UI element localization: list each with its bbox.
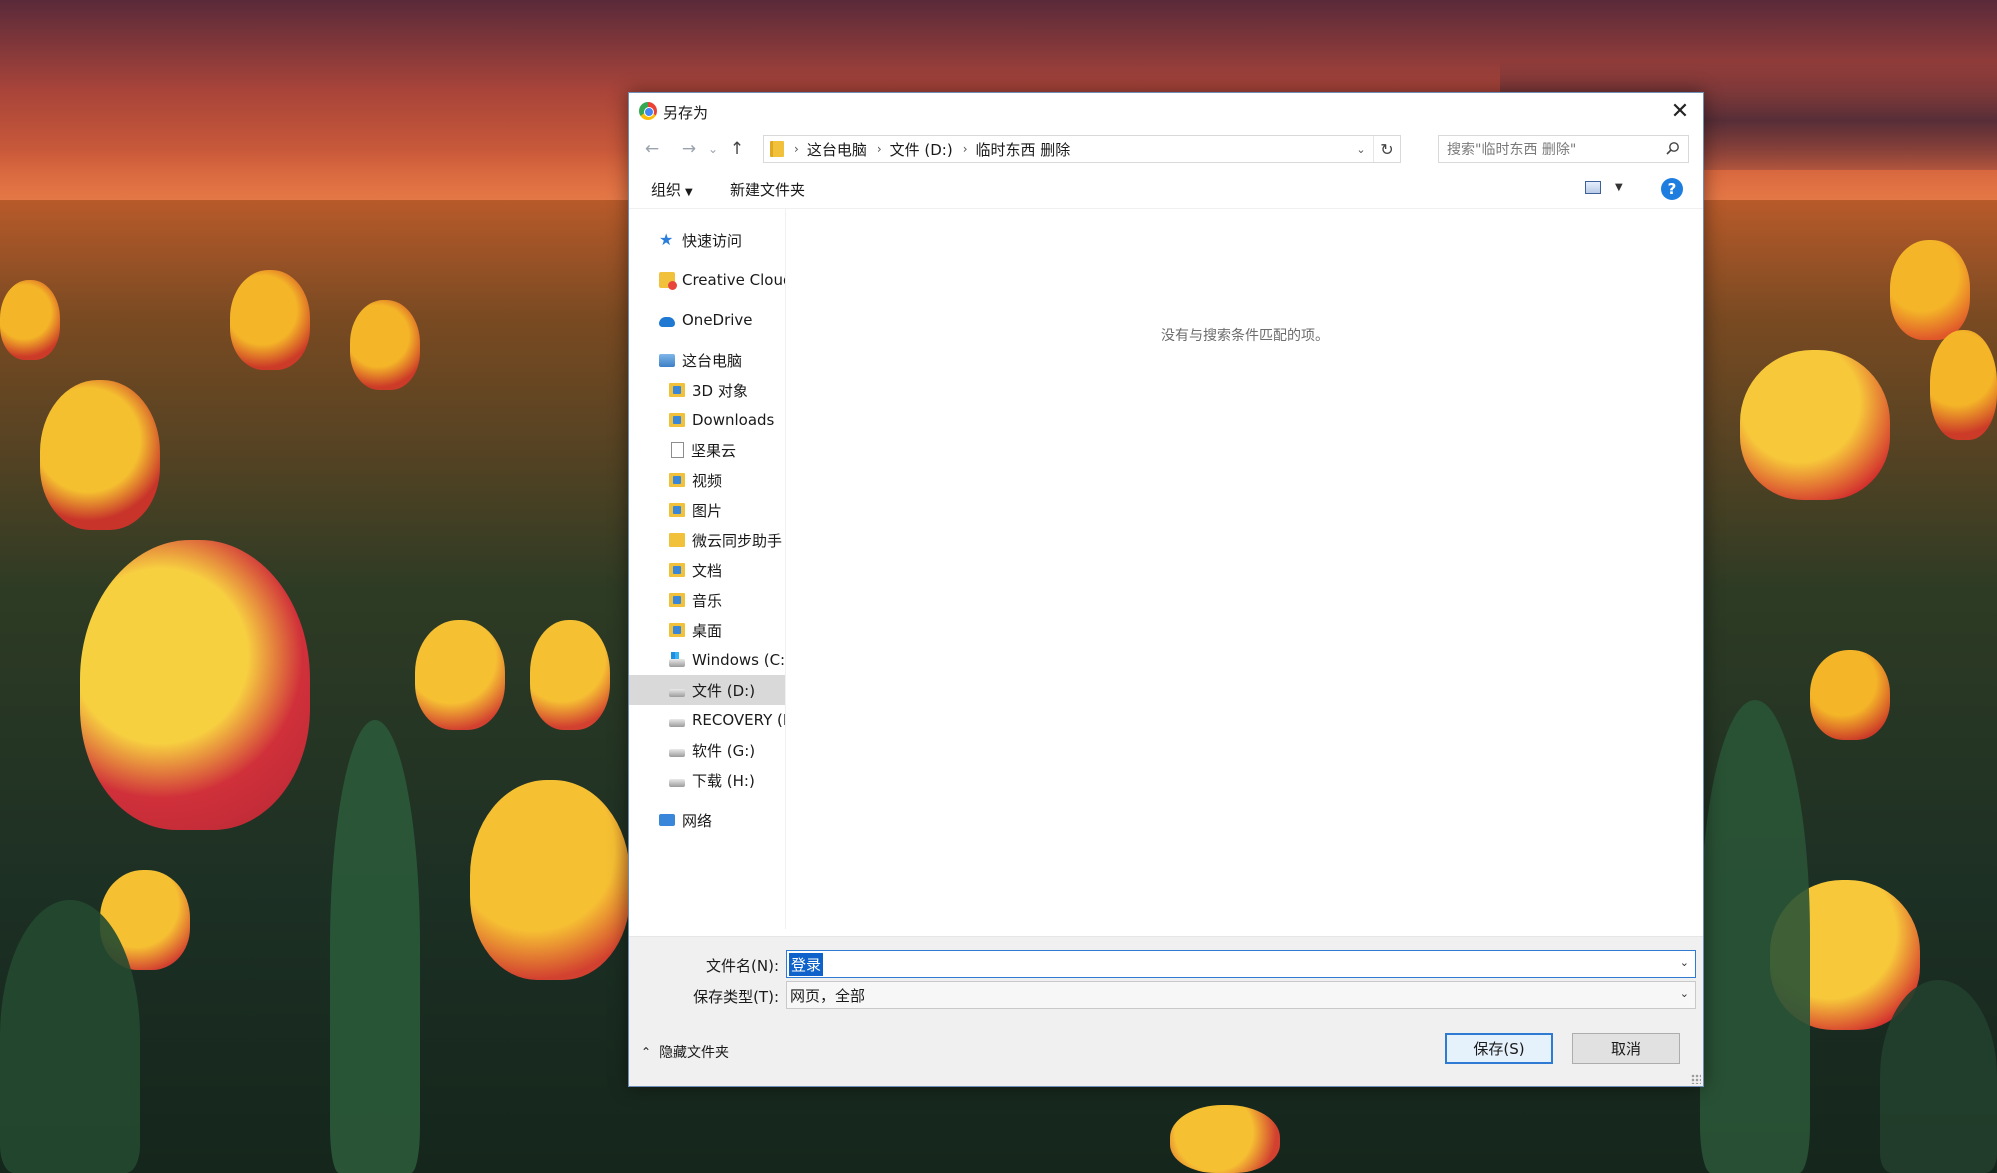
- folder-cloud-icon: [669, 533, 685, 547]
- creative-cloud-folder-icon: [659, 272, 677, 290]
- nav-item-network[interactable]: 网络: [629, 805, 785, 835]
- back-button[interactable]: ←: [639, 137, 665, 161]
- organize-label: 组织: [651, 181, 682, 199]
- nav-item-desktop[interactable]: 桌面: [629, 615, 785, 645]
- filetype-value: 网页，全部: [790, 986, 866, 1005]
- folder-music-icon: [669, 593, 685, 607]
- chrome-app-icon: [639, 102, 657, 120]
- navigation-pane: ★ 快速访问 Creative Cloud Files OneDrive 这台电…: [629, 209, 786, 929]
- drive-icon: [669, 779, 685, 787]
- filename-input[interactable]: 登录 ⌄: [786, 950, 1696, 978]
- nav-item-jianguoyun[interactable]: 坚果云: [629, 435, 785, 465]
- view-options-icon: [1585, 181, 1601, 194]
- folder-download-icon: [669, 413, 685, 427]
- nav-item-creative-cloud[interactable]: Creative Cloud Files: [629, 265, 785, 295]
- save-button[interactable]: 保存(S): [1445, 1033, 1553, 1064]
- file-list-area[interactable]: 没有与搜索条件匹配的项。: [787, 209, 1703, 929]
- resize-grip-icon[interactable]: [1691, 1074, 1701, 1084]
- nav-item-drive-h[interactable]: 下载 (H:): [629, 765, 785, 795]
- caret-down-icon: ▼: [685, 187, 693, 198]
- cloud-icon: [659, 317, 675, 327]
- chevron-up-icon: ⌃: [641, 1045, 652, 1059]
- drive-icon: [669, 749, 685, 757]
- nav-item-quick-access[interactable]: ★ 快速访问: [629, 225, 785, 255]
- filetype-select[interactable]: 网页，全部 ⌄: [786, 981, 1696, 1009]
- up-button[interactable]: ↑: [724, 137, 750, 161]
- hide-folders-label: 隐藏文件夹: [659, 1045, 730, 1061]
- document-icon: [671, 442, 684, 458]
- chevron-down-icon: ⌄: [1679, 987, 1689, 1000]
- nav-item-onedrive[interactable]: OneDrive: [629, 305, 785, 335]
- network-icon: [659, 814, 675, 826]
- folder-pictures-icon: [669, 503, 685, 517]
- search-box[interactable]: 搜索"临时东西 删除": [1438, 135, 1689, 163]
- save-as-dialog: 另存为 ✕ ← → ⌄ ↑ › 这台电脑 › 文件 (D:) › 临时东西 删除…: [628, 92, 1704, 1087]
- command-bar: 组织 ▼ 新建文件夹 ▼ ?: [629, 169, 1703, 209]
- breadcrumb-current-folder[interactable]: 临时东西 删除: [976, 139, 1071, 160]
- hide-folders-toggle[interactable]: ⌃ 隐藏文件夹: [641, 1042, 729, 1062]
- caret-down-icon: ▼: [1615, 182, 1623, 193]
- nav-item-weiyun-sync[interactable]: 微云同步助手: [629, 525, 785, 555]
- help-button[interactable]: ?: [1661, 178, 1683, 200]
- chevron-right-icon: ›: [876, 142, 882, 156]
- folder-documents-icon: [669, 563, 685, 577]
- title-bar: 另存为 ✕: [629, 93, 1703, 129]
- empty-results-message: 没有与搜索条件匹配的项。: [1161, 328, 1329, 344]
- folder-video-icon: [669, 473, 685, 487]
- search-icon: [1666, 142, 1679, 155]
- address-row: ← → ⌄ ↑ › 这台电脑 › 文件 (D:) › 临时东西 删除 ⌄ ↻ 搜…: [629, 129, 1703, 169]
- chevron-right-icon: ›: [962, 142, 968, 156]
- save-options-panel: 文件名(N): 登录 ⌄ 保存类型(T): 网页，全部 ⌄ ⌃ 隐藏文件夹 保存…: [629, 936, 1703, 1086]
- chevron-right-icon: ›: [794, 142, 799, 156]
- dialog-title: 另存为: [663, 104, 709, 122]
- address-dropdown-button[interactable]: ⌄: [1350, 138, 1372, 160]
- new-folder-button[interactable]: 新建文件夹: [730, 179, 805, 200]
- folder-icon: [770, 141, 784, 157]
- breadcrumb-drive-d[interactable]: 文件 (D:): [890, 139, 953, 160]
- chevron-down-icon[interactable]: ⌄: [1680, 956, 1689, 969]
- nav-item-downloads[interactable]: Downloads: [629, 405, 785, 435]
- drive-icon: [669, 689, 685, 697]
- close-button[interactable]: ✕: [1657, 93, 1703, 129]
- nav-item-drive-d[interactable]: 文件 (D:): [629, 675, 785, 705]
- forward-button[interactable]: →: [676, 137, 702, 161]
- windows-drive-icon: [669, 652, 685, 667]
- nav-item-music[interactable]: 音乐: [629, 585, 785, 615]
- filename-label: 文件名(N):: [706, 957, 779, 975]
- filename-value: 登录: [789, 952, 824, 976]
- search-placeholder: 搜索"临时东西 删除": [1447, 142, 1577, 158]
- cancel-button[interactable]: 取消: [1572, 1033, 1680, 1064]
- nav-item-pictures[interactable]: 图片: [629, 495, 785, 525]
- breadcrumb-this-pc[interactable]: 这台电脑: [807, 139, 867, 160]
- address-bar[interactable]: › 这台电脑 › 文件 (D:) › 临时东西 删除 ⌄ ↻: [763, 135, 1401, 163]
- nav-item-drive-g[interactable]: 软件 (G:): [629, 735, 785, 765]
- nav-item-3d-objects[interactable]: 3D 对象: [629, 375, 785, 405]
- refresh-button[interactable]: ↻: [1373, 136, 1400, 162]
- computer-icon: [659, 353, 675, 367]
- star-icon: ★: [659, 230, 674, 249]
- nav-item-videos[interactable]: 视频: [629, 465, 785, 495]
- organize-button[interactable]: 组织 ▼: [651, 179, 693, 200]
- folder-3d-icon: [669, 383, 685, 397]
- filetype-label: 保存类型(T):: [693, 988, 779, 1006]
- nav-item-this-pc[interactable]: 这台电脑: [629, 345, 785, 375]
- nav-item-documents[interactable]: 文档: [629, 555, 785, 585]
- nav-item-drive-e[interactable]: RECOVERY (E:): [629, 705, 785, 735]
- recent-locations-button[interactable]: ⌄: [705, 137, 721, 161]
- drive-icon: [669, 719, 685, 727]
- folder-desktop-icon: [669, 623, 685, 637]
- nav-item-drive-c[interactable]: Windows (C:): [629, 645, 785, 675]
- change-view-button[interactable]: ▼: [1585, 181, 1623, 194]
